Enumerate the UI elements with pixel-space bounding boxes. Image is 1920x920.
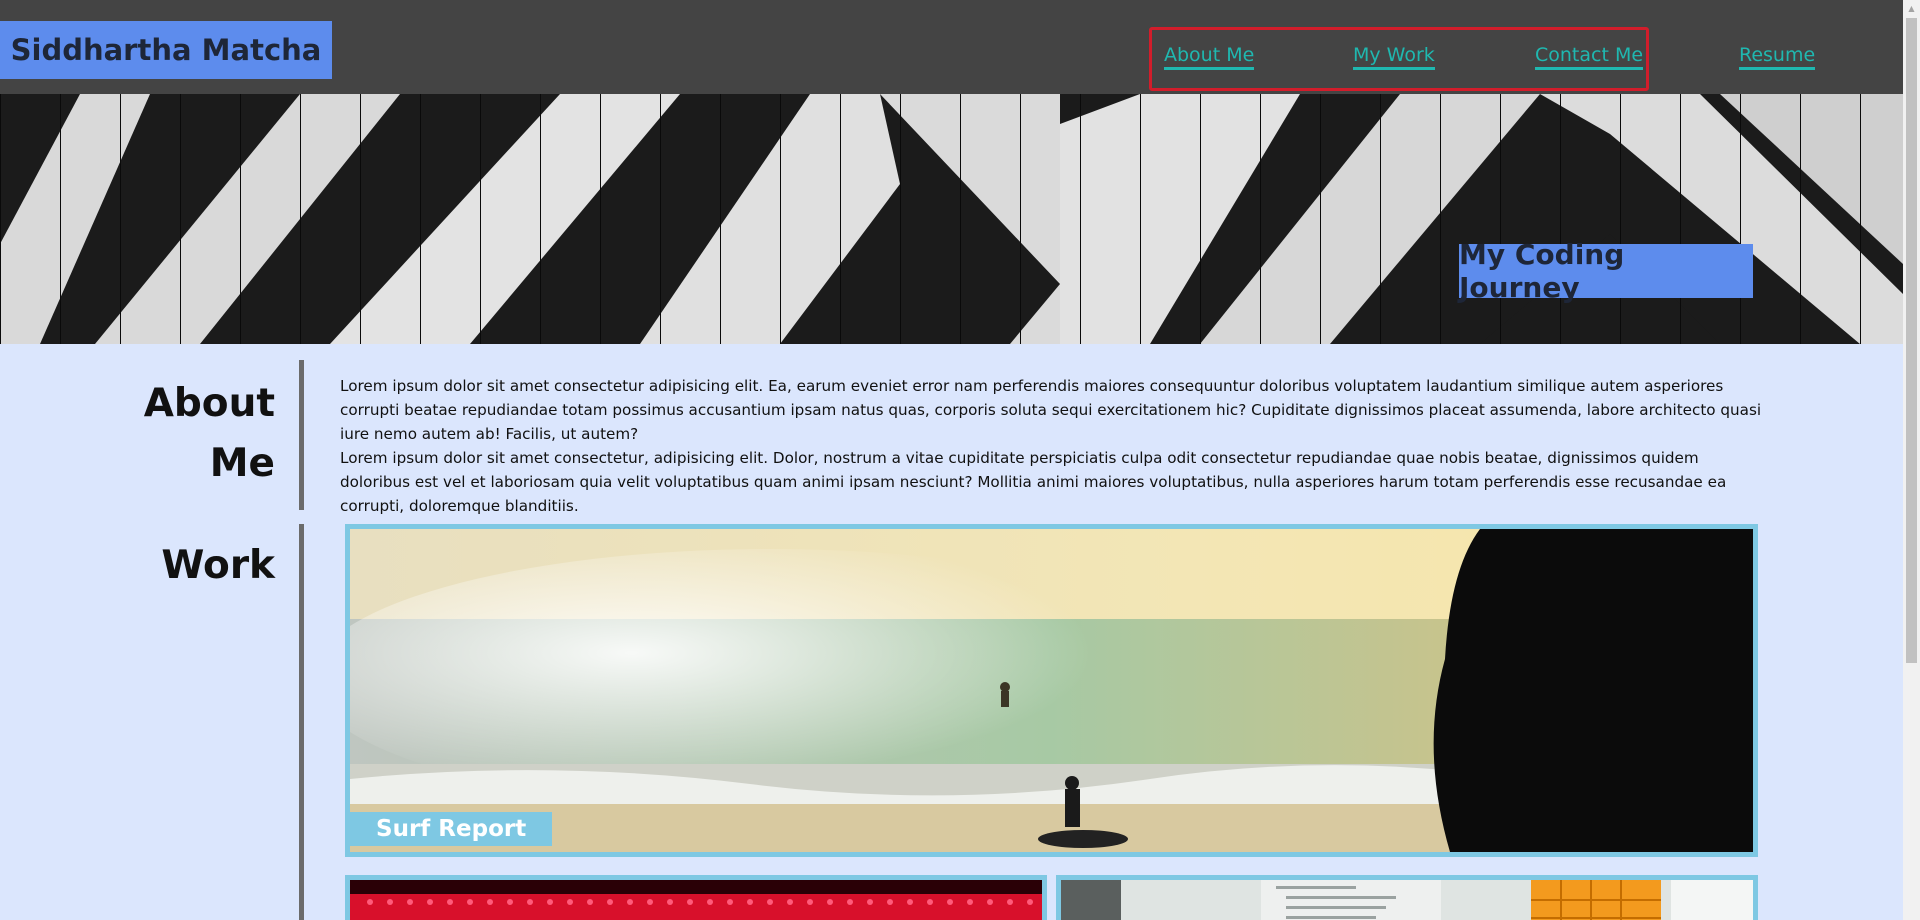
featured-project-label: Surf Report: [350, 812, 553, 846]
page-scrollbar[interactable]: ▲: [1903, 0, 1920, 920]
featured-project-title: Surf Report: [376, 816, 527, 842]
brand-logo[interactable]: Siddhartha Matcha: [0, 21, 332, 79]
project-2-image: [350, 880, 1042, 920]
project-card-2[interactable]: [345, 875, 1047, 920]
surf-report-image: [350, 529, 1753, 852]
about-paragraph-2: Lorem ipsum dolor sit amet consectetur, …: [340, 449, 1727, 515]
about-heading-line2: Me: [209, 441, 275, 486]
nav-resume[interactable]: Resume: [1739, 44, 1816, 70]
work-heading: Work: [161, 543, 275, 588]
nav-about-me[interactable]: About Me: [1164, 44, 1255, 70]
project-card-3[interactable]: [1056, 875, 1758, 920]
featured-project-card[interactable]: Surf Report: [345, 524, 1758, 857]
about-paragraph-1: Lorem ipsum dolor sit amet consectetur a…: [340, 377, 1762, 443]
hero-banner: My Coding Journey: [0, 94, 1903, 344]
work-divider: [299, 524, 304, 920]
scrollbar-thumb[interactable]: [1906, 18, 1917, 663]
hero-title-box: My Coding Journey: [1459, 238, 1753, 304]
scroll-up-arrow-icon[interactable]: ▲: [1903, 0, 1920, 17]
about-heading-line1: About: [143, 381, 275, 426]
nav-contact-me[interactable]: Contact Me: [1535, 44, 1644, 70]
project-3-image: [1061, 880, 1753, 920]
about-text: Lorem ipsum dolor sit amet consectetur a…: [340, 374, 1770, 518]
hero-background-image: [0, 94, 1903, 344]
hero-title: My Coding Journey: [1459, 238, 1625, 304]
site-header: Siddhartha Matcha About Me My Work Conta…: [0, 0, 1903, 94]
about-divider: [299, 360, 304, 510]
brand-name: Siddhartha Matcha: [10, 33, 322, 67]
nav-my-work[interactable]: My Work: [1353, 44, 1435, 70]
about-heading: About Me: [120, 374, 275, 494]
